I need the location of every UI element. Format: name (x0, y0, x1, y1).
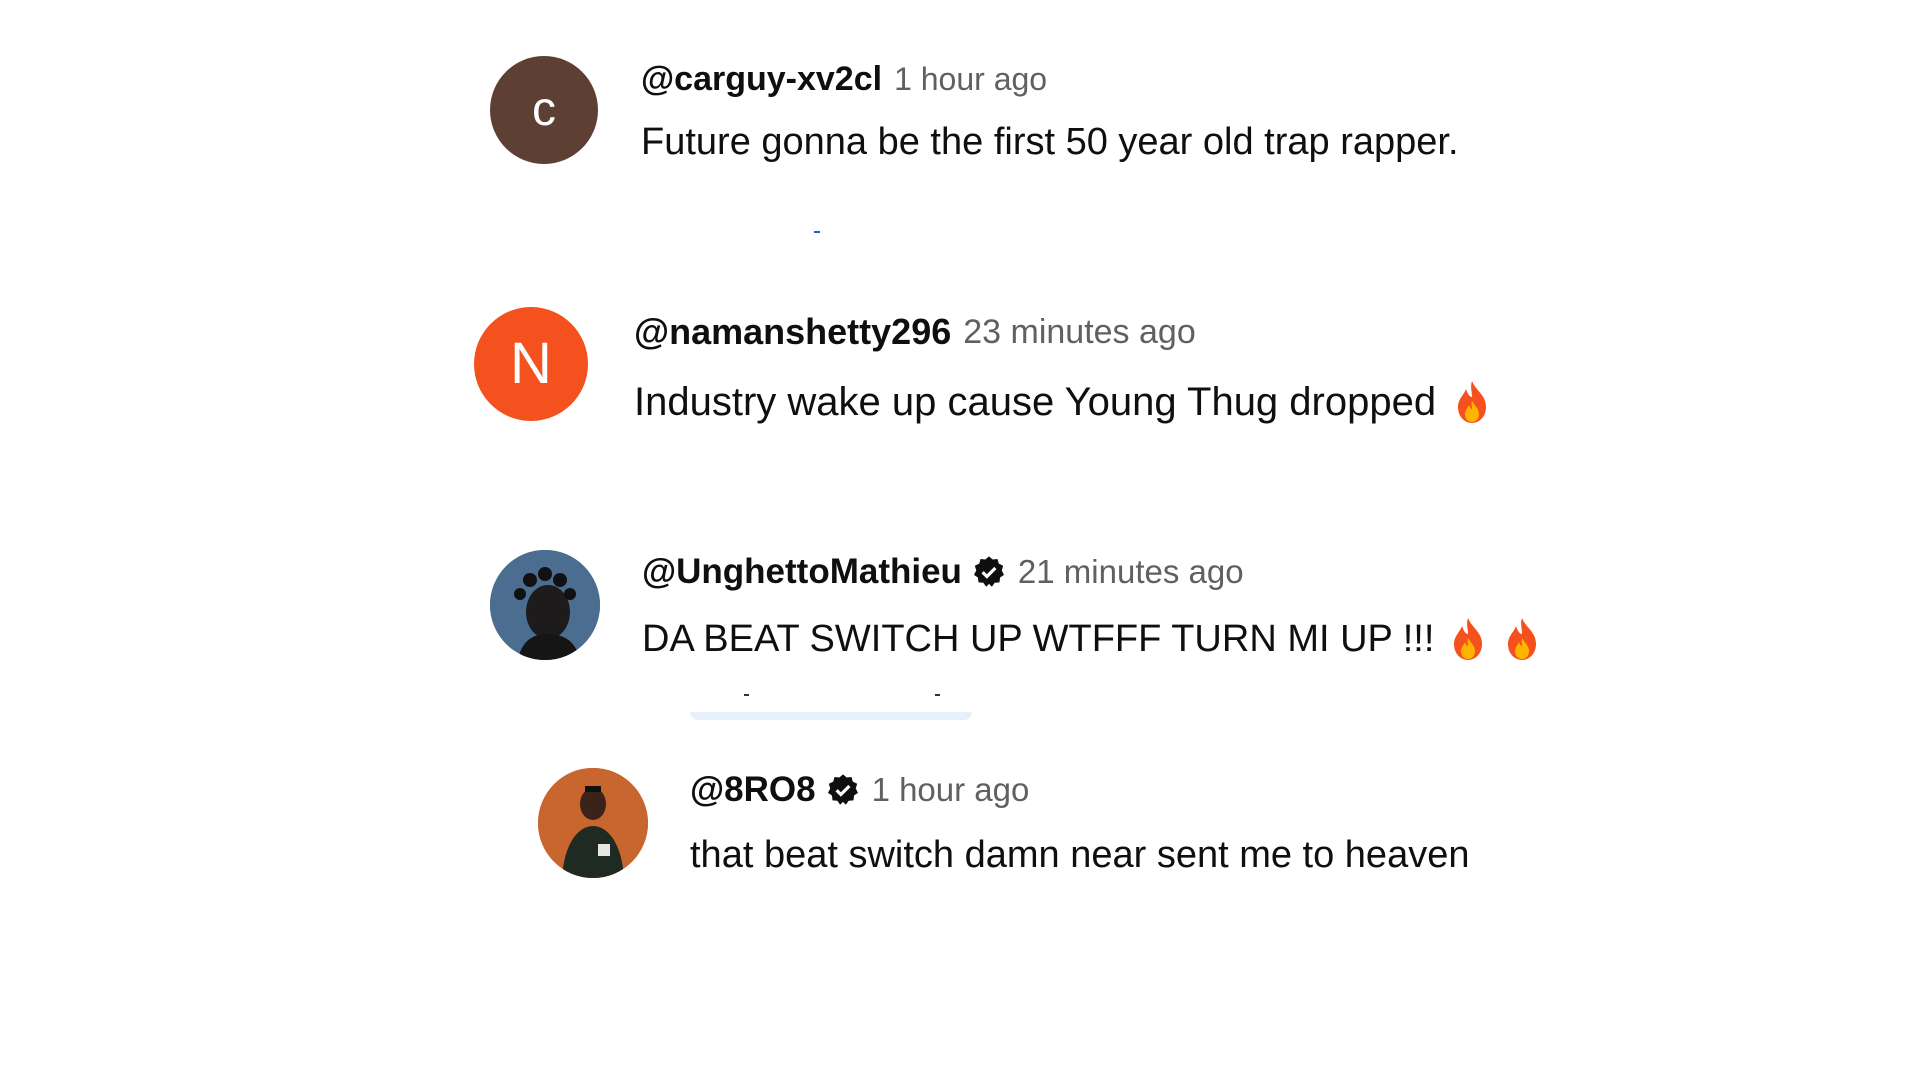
verified-badge-icon (827, 774, 858, 805)
avatar-photo (490, 550, 600, 660)
verified-badge-icon (973, 556, 1004, 587)
comment-timestamp[interactable]: 1 hour ago (872, 771, 1030, 809)
comment-thread: c @carguy-xv2cl 1 hour ago Future gonna … (490, 56, 1459, 164)
comment-timestamp[interactable]: 1 hour ago (894, 61, 1047, 98)
comment-author[interactable]: @UnghettoMathieu (642, 552, 962, 592)
comment-thread: N @namanshetty296 23 minutes ago Industr… (474, 307, 1492, 425)
comment-text: DA BEAT SWITCH UP WTFFF TURN MI UP !!! (642, 616, 1542, 662)
comment-reply: @8RO8 1 hour ago that beat switch damn n… (538, 768, 1469, 878)
comment-text-content: that beat switch damn near sent me to he… (690, 834, 1470, 876)
comment-text-content: Future gonna be the first 50 year old tr… (641, 121, 1459, 163)
comment-text-content: DA BEAT SWITCH UP WTFFF TURN MI UP !!! (642, 617, 1435, 660)
divider-mark (814, 231, 820, 233)
divider-mark (744, 694, 749, 696)
fire-emoji-icon (1508, 618, 1537, 660)
comments-section: c @carguy-xv2cl 1 hour ago Future gonna … (0, 0, 1920, 1080)
divider-mark (935, 694, 940, 696)
avatar-photo (538, 768, 648, 878)
avatar[interactable] (538, 768, 648, 878)
comment-header: @8RO8 1 hour ago (690, 770, 1469, 810)
comment-timestamp[interactable]: 23 minutes ago (963, 313, 1196, 352)
avatar[interactable]: N (474, 307, 588, 421)
avatar-letter: N (510, 331, 552, 396)
comment-header: @namanshetty296 23 minutes ago (634, 311, 1492, 353)
comment-thread: @UnghettoMathieu 21 minutes ago DA BEAT … (490, 550, 1542, 662)
comment-author[interactable]: @carguy-xv2cl (641, 60, 882, 99)
comment-text: that beat switch damn near sent me to he… (690, 834, 1469, 877)
replies-toggle-bar[interactable] (690, 712, 972, 720)
avatar[interactable]: c (490, 56, 598, 164)
fire-emoji-icon (1458, 381, 1487, 423)
fire-emoji-icon (1454, 618, 1483, 660)
comment-author[interactable]: @namanshetty296 (634, 311, 951, 353)
comment-timestamp[interactable]: 21 minutes ago (1018, 553, 1244, 591)
comment-body: @namanshetty296 23 minutes ago Industry … (634, 311, 1492, 425)
comment-header: @UnghettoMathieu 21 minutes ago (642, 552, 1542, 592)
comment-author[interactable]: @8RO8 (690, 770, 816, 810)
comment-text: Future gonna be the first 50 year old tr… (641, 121, 1459, 164)
avatar-letter: c (532, 83, 556, 136)
comment-body: @UnghettoMathieu 21 minutes ago DA BEAT … (642, 552, 1542, 662)
avatar[interactable] (490, 550, 600, 660)
comment-body: @8RO8 1 hour ago that beat switch damn n… (690, 770, 1469, 877)
comment-text: Industry wake up cause Young Thug droppe… (634, 379, 1492, 425)
comment-header: @carguy-xv2cl 1 hour ago (641, 60, 1459, 99)
comment-body: @carguy-xv2cl 1 hour ago Future gonna be… (641, 60, 1459, 164)
comment-text-content: Industry wake up cause Young Thug droppe… (634, 379, 1437, 424)
